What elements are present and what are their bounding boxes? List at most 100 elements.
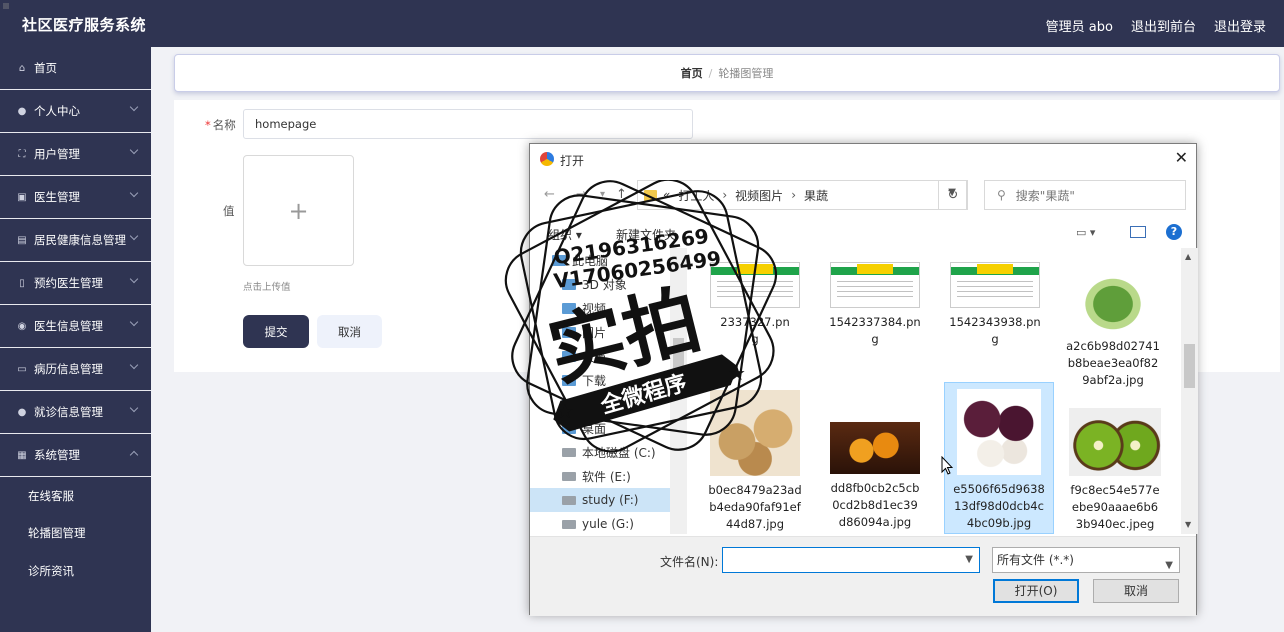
name-label: * 名称 [205,118,236,132]
refresh-button[interactable]: ↻ [938,180,968,210]
file-scrollbar[interactable]: ▲ ▼ [1181,248,1198,534]
nav-item[interactable]: 音乐 [530,392,670,416]
desktop-icon [562,422,576,434]
breadcrumb-separator: / [708,66,713,80]
filename-input[interactable]: ▼ [722,547,980,573]
path-seg-1[interactable]: 打工人 [678,187,714,204]
breadcrumb-current: 轮播图管理 [718,67,774,80]
app-title: 社区医疗服务系统 [22,16,147,34]
logout-link[interactable]: 退出登录 [1214,16,1266,35]
dialog-titlebar: 打开 ✕ [530,144,1196,174]
open-button[interactable]: 打开(O) [993,579,1079,603]
file-item[interactable]: 1542337384.pn g [820,262,930,348]
nav-item[interactable]: 图片 [530,320,670,344]
file-item[interactable]: f9c8ec54e577e ebe90aaae6b6 3b940ec.jpeg [1060,390,1170,533]
poster-thumbnail [710,262,800,308]
nav-item[interactable]: study (F:) [530,488,670,512]
back-arrow-icon[interactable]: ← [544,187,555,202]
file-item[interactable]: dd8fb0cb2c5cb 0cd2b8d1ec39 d86094a.jpg [820,390,930,531]
nav-scroll-thumb[interactable] [673,338,684,398]
path-seg-2[interactable]: 视频图片 [735,187,783,204]
sidebar-item-records[interactable]: ▭ 病历信息管理 [0,348,151,391]
file-item[interactable]: b0ec8479a23ad b4eda90faf91ef 44d87.jpg [700,390,810,533]
preview-pane-icon[interactable] [1130,226,1146,238]
sidebar-sub-chat[interactable]: 在线客服 [0,477,151,515]
sidebar-sub-news[interactable]: 诊所资讯 [0,552,151,590]
sidebar-item-visits[interactable]: ● 就诊信息管理 [0,391,151,434]
forward-arrow-icon[interactable]: → [576,187,587,202]
file-item[interactable]: 2337327.pn g [700,262,810,348]
name-input[interactable]: homepage [243,109,693,139]
dialog-cancel-button[interactable]: 取消 [1093,579,1179,603]
sidebar-item-doctor-info[interactable]: ◉ 医生信息管理 [0,305,151,348]
download-icon [562,374,576,386]
dialog-toolbar: 组织 ▾ 新建文件夹 ▭ ▾ ? [530,220,1196,246]
browser-app-icon [540,152,554,166]
chevron-down-icon [129,188,139,198]
nav-scrollbar[interactable] [670,248,687,534]
file-scroll-thumb[interactable] [1184,344,1195,388]
sidebar-item-health[interactable]: ▤ 居民健康信息管理 [0,219,151,262]
search-input[interactable]: ⚲ 搜索"果蔬" [984,180,1186,210]
breadcrumb: 首页 / 轮播图管理 [174,54,1280,92]
nav-item[interactable]: yule (G:) [530,512,670,534]
sidebar-item-profile[interactable]: ● 个人中心 [0,90,151,133]
scroll-down-icon[interactable]: ▼ [1185,520,1191,529]
folder-icon [644,189,657,201]
sidebar-item-appointments[interactable]: ▯ 预约医生管理 [0,262,151,305]
potato-thumbnail [710,390,800,476]
view-options-icon[interactable]: ▭ ▾ [1076,226,1095,239]
chart-icon: ▦ [17,449,27,461]
path-overflow[interactable]: « [663,188,670,202]
sidebar-item-doctors[interactable]: ▣ 医生管理 [0,176,151,219]
path-box[interactable]: « 打工人 › 视频图片 › 果蔬 ▼ [637,180,967,210]
to-front-link[interactable]: 退出到前台 [1131,16,1196,35]
image-uploader[interactable]: + [243,155,354,266]
up-arrow-icon[interactable]: ↑ [616,187,627,202]
search-icon: ⚲ [997,188,1006,202]
recent-dropdown-icon[interactable]: ▾ [600,189,605,200]
file-item[interactable]: 1542343938.pn g [940,262,1050,348]
scroll-up-icon[interactable]: ▲ [1185,252,1191,261]
top-bar: 社区医疗服务系统 管理员 abo 退出到前台 退出登录 [0,0,1284,47]
nav-item[interactable]: 此电脑 [530,248,670,272]
chevron-down-icon[interactable]: ▼ [965,554,973,565]
document-folder-icon [562,350,576,362]
nav-item[interactable]: 3D 对象 [530,272,670,296]
dialog-title: 打开 [560,154,585,168]
sidebar-item-system[interactable]: ▦ 系统管理 [0,434,151,477]
nav-item[interactable]: 本地磁盘 (C:) [530,440,670,464]
nav-item[interactable]: 视频 [530,296,670,320]
new-folder-button[interactable]: 新建文件夹 [616,226,676,243]
drive-icon [562,519,576,529]
chevron-down-icon [129,360,139,370]
help-icon[interactable]: ? [1166,224,1182,240]
close-icon[interactable]: ✕ [1175,148,1188,167]
file-item-selected[interactable]: e5506f65d9638 13df98d0dcb4c 4bc09b.jpg [944,382,1054,534]
drive-icon [562,471,576,481]
value-label: 值 [223,204,235,218]
file-list: 2337327.pn g 1542337384.pn g 1542343938.… [690,248,1180,534]
organize-menu[interactable]: 组织 ▾ [548,226,582,243]
mangosteen-thumbnail [957,389,1041,475]
chevron-down-icon [129,102,139,112]
breadcrumb-home[interactable]: 首页 [681,65,703,81]
music-icon [562,398,576,410]
apricot-thumbnail [830,422,920,474]
nav-item[interactable]: 文档 [530,344,670,368]
upload-hint: 点击上传值 [243,282,291,293]
poster-thumbnail [830,262,920,308]
nav-item[interactable]: 下载 [530,368,670,392]
path-seg-3[interactable]: 果蔬 [804,187,828,204]
submit-button[interactable]: 提交 [243,315,309,348]
filetype-select[interactable]: 所有文件 (*.*) ▼ [992,547,1180,573]
file-item[interactable]: a2c6b98d02741 b8beae3ea0f82 9abf2a.jpg [1058,262,1168,389]
sidebar-item-home[interactable]: ⌂ 首页 [0,47,151,90]
corner-mark [3,3,9,9]
sidebar-item-users[interactable]: ⛶ 用户管理 [0,133,151,176]
nav-item[interactable]: 软件 (E:) [530,464,670,488]
top-actions: 管理员 abo 退出到前台 退出登录 [1046,16,1266,35]
cancel-button[interactable]: 取消 [317,315,382,348]
sidebar-sub-carousel[interactable]: 轮播图管理 [0,515,151,553]
nav-item[interactable]: 桌面 [530,416,670,440]
